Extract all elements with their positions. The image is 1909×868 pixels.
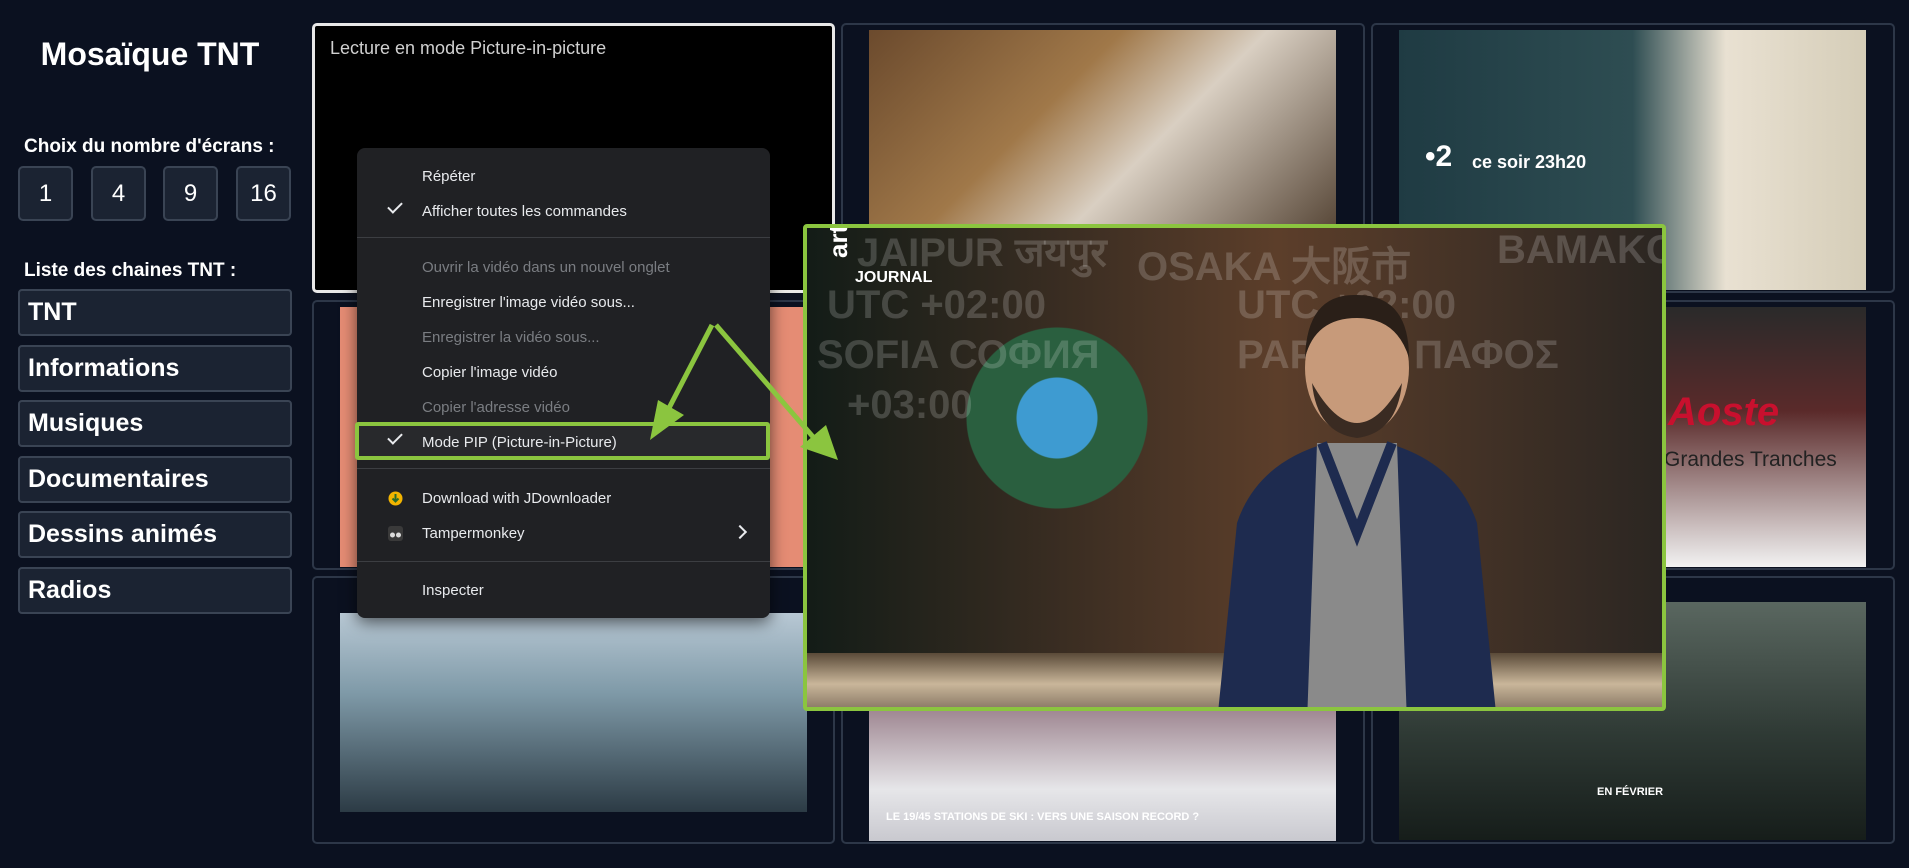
menu-item-ouvrir-nouvel-onglet: Ouvrir la vidéo dans un nouvel onglet [357, 250, 770, 284]
menu-item-label: Ouvrir la vidéo dans un nouvel onglet [422, 258, 670, 276]
check-icon [387, 198, 403, 214]
menu-item-enregistrer-image[interactable]: Enregistrer l'image vidéo sous... [357, 285, 770, 319]
tampermonkey-icon [388, 526, 403, 541]
context-menu: Répéter Afficher toutes les commandes Ou… [357, 148, 770, 618]
presenter [1218, 294, 1496, 707]
france2-promo-text: ce soir 23h20 [1472, 152, 1587, 172]
pip-playing-caption: Lecture en mode Picture-in-picture [330, 38, 607, 58]
menu-item-copier-image[interactable]: Copier l'image vidéo [357, 355, 770, 389]
news-caption: LE 19/45 STATIONS DE SKI : VERS UNE SAIS… [886, 811, 1200, 823]
app-title: Mosaïque TNT [40, 36, 260, 72]
chevron-right-icon [732, 524, 748, 540]
menu-item-label: Copier l'image vidéo [422, 363, 558, 381]
aoste-brand: Aoste [1668, 390, 1780, 434]
menu-item-label: Copier l'adresse vidéo [422, 398, 570, 416]
menu-item-tampermonkey[interactable]: Tampermonkey [357, 516, 770, 550]
category-dessins-animes-button[interactable]: Dessins animés [18, 511, 292, 558]
category-radios-button[interactable]: Radios [18, 567, 292, 614]
menu-item-inspecter[interactable]: Inspecter [357, 573, 770, 607]
menu-item-repeter[interactable]: Répéter [357, 159, 770, 193]
channels-label: Liste des chaines TNT : [24, 260, 237, 281]
screen-count-label: Choix du nombre d'écrans : [24, 136, 275, 157]
pip-window[interactable]: JAIPUR जयपुर OSAKA 大阪市 BAMAKO UTC +02:00… [803, 224, 1666, 711]
nrj12-promo-text: EN FÉVRIER [1597, 786, 1664, 798]
count-button-9[interactable]: 9 [163, 166, 218, 221]
video-player[interactable] [340, 613, 807, 812]
menu-separator [357, 468, 770, 469]
menu-separator [357, 561, 770, 562]
menu-separator [357, 237, 770, 238]
count-button-1[interactable]: 1 [18, 166, 73, 221]
menu-item-label: Répéter [422, 167, 476, 185]
france2-logo: •2 [1425, 140, 1453, 173]
category-documentaires-button[interactable]: Documentaires [18, 456, 292, 503]
count-button-4[interactable]: 4 [91, 166, 146, 221]
backdrop-city: UTC +02:00 [827, 283, 1046, 327]
menu-item-enregistrer-video: Enregistrer la vidéo sous... [357, 320, 770, 354]
backdrop-city: BAMAKO [1497, 228, 1666, 272]
pip-menu-highlight [355, 422, 770, 460]
category-tnt-button[interactable]: TNT [18, 289, 292, 336]
menu-item-label: Download with JDownloader [422, 489, 612, 507]
category-informations-button[interactable]: Informations [18, 345, 292, 392]
menu-item-label: Afficher toutes les commandes [422, 202, 627, 220]
menu-item-label: Inspecter [422, 581, 484, 599]
menu-item-label: Enregistrer la vidéo sous... [422, 328, 600, 346]
category-musiques-button[interactable]: Musiques [18, 400, 292, 447]
program-title: JOURNAL [855, 269, 933, 286]
menu-item-label: Enregistrer l'image vidéo sous... [422, 293, 635, 311]
sidebar: Mosaïque TNT Choix du nombre d'écrans : … [0, 0, 305, 868]
count-button-16[interactable]: 16 [236, 166, 291, 221]
menu-item-label: Tampermonkey [422, 524, 525, 542]
menu-item-afficher-commandes[interactable]: Afficher toutes les commandes [357, 194, 770, 228]
arte-logo: arte [823, 224, 853, 258]
backdrop-city: SOFIA СОФИЯ [817, 333, 1100, 377]
jdownloader-icon [388, 491, 403, 506]
menu-item-jdownloader[interactable]: Download with JDownloader [357, 481, 770, 515]
aoste-product: Grandes Tranches [1664, 448, 1837, 471]
backdrop-city: +03:00 [847, 383, 973, 427]
menu-item-copier-adresse: Copier l'adresse vidéo [357, 390, 770, 424]
